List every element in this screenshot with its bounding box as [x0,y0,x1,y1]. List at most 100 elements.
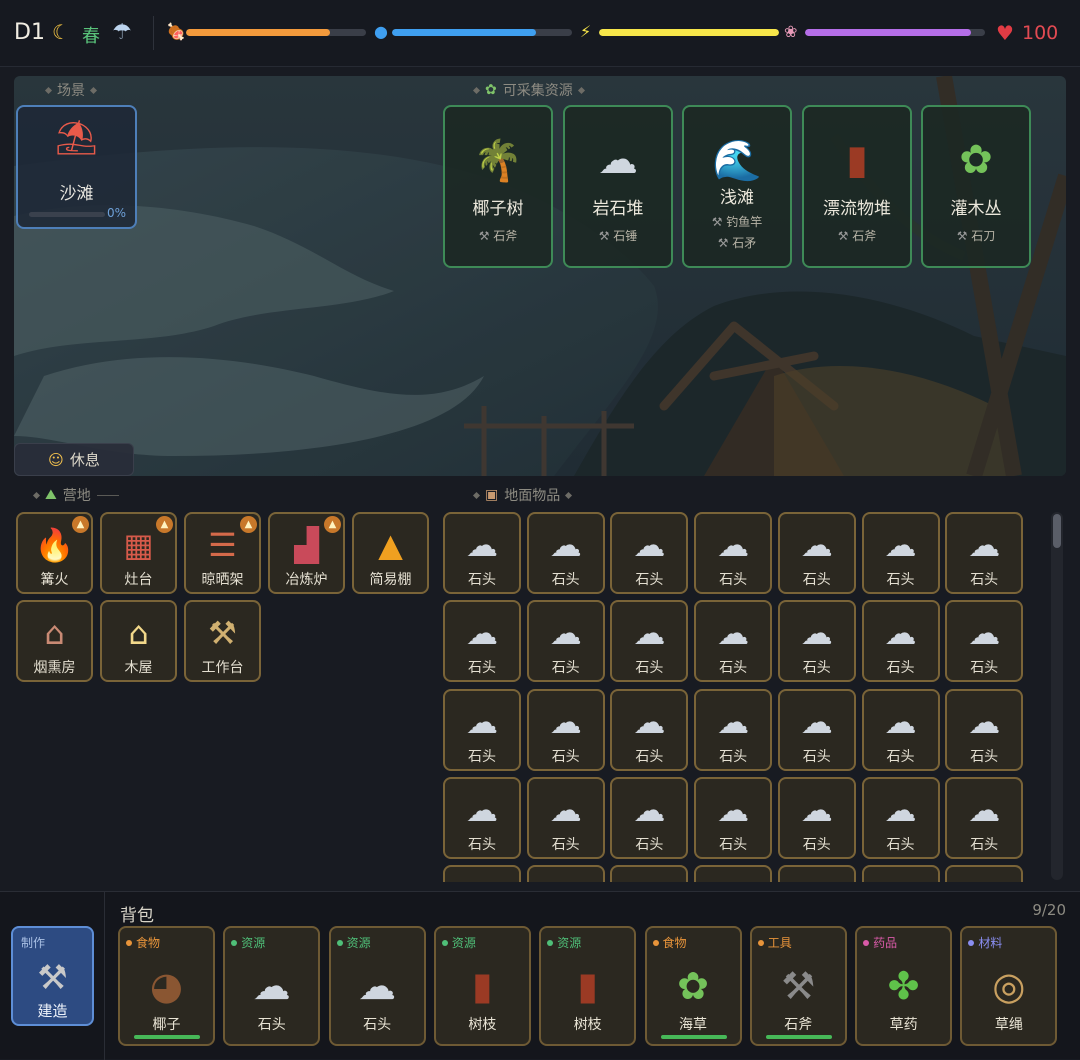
location-card-beach[interactable]: ⛱ 沙滩 0% [16,105,137,229]
category-label: 食物 [662,936,687,950]
ground-item[interactable]: ☁ 石头 [945,688,1024,771]
scrollbar-thumb[interactable] [1053,514,1061,548]
ground-item[interactable]: ☁ 石头 [777,512,856,594]
ground-item[interactable]: ☁ 石头 [945,600,1024,683]
ground-item[interactable]: ☁ 石头 [610,600,689,683]
build-button[interactable]: 制作 ⚒ 建造 [11,926,94,1026]
category-label: 资源 [557,936,582,950]
ground-item[interactable]: ☁ 石头 [945,776,1024,859]
ground-item[interactable]: ☁ 石头 [694,512,773,594]
ground-item[interactable]: ☁ 石头 [861,688,940,771]
inventory-panel: 制作 ⚒ 建造 背包 9/20 食物 ◕ 椰子 资源 ☁ 石头 资源 ☁ 石头 资源 ▮ 树枝 资源 ▮ 树… [0,891,1080,1060]
build-label: 建造 [37,1002,68,1020]
category-dot [336,939,343,946]
bar-fill [599,29,779,36]
craft-tag: 制作 [21,936,46,950]
ground-scrollbar[interactable] [1051,512,1063,880]
inventory-slot[interactable]: 资源 ▮ 树枝 [539,926,637,1046]
ground-item[interactable]: ☁ 石头 [526,512,605,594]
inventory-slot[interactable]: 资源 ☁ 石头 [328,926,426,1046]
ground-item[interactable]: ☁ 石头 [945,512,1024,594]
exploration-progress-bar [29,212,105,217]
tool-icon: ⚒ [598,229,614,243]
fire-badge-icon: ▲ [156,516,173,533]
rest-button[interactable]: ☺ 休息 [14,443,134,476]
category-dot [652,939,659,946]
camp-building[interactable]: ⌂ 木屋 [100,600,177,682]
ground-item[interactable] [945,865,1024,882]
camp-building[interactable]: ▲ 简易棚 [352,512,429,594]
rock-icon: ☁ [633,526,666,564]
ground-item[interactable]: ☁ 石头 [694,776,773,859]
ground-item[interactable] [610,865,689,882]
ground-item[interactable]: ☁ 石头 [610,688,689,771]
ground-item[interactable] [694,865,773,882]
category-dot [968,939,975,946]
ground-item-name: 石头 [886,660,915,677]
ground-item[interactable]: ☁ 石头 [861,776,940,859]
category-dot [547,939,554,946]
ground-item[interactable]: ☁ 石头 [443,512,521,594]
ground-item[interactable] [526,865,605,882]
rock-icon: ☁ [549,614,582,653]
ground-item[interactable]: ☁ 石头 [610,512,689,594]
ground-item[interactable]: ☁ 石头 [443,600,521,683]
ground-item[interactable]: ☁ 石头 [861,512,940,594]
camp-building[interactable]: ☰ 晾晒架 ▲ [184,512,261,594]
ground-item[interactable]: ☁ 石头 [610,776,689,859]
meat-bar [186,29,366,36]
camp-building[interactable]: 🔥 篝火 ▲ [16,512,93,594]
ground-item[interactable] [861,865,940,882]
ground-item-name: 石头 [551,660,580,677]
resource-card[interactable]: ☁ 岩石堆 ⚒ 石锤 [563,105,673,268]
resource-name: 浅滩 [720,188,754,208]
item-name: 石斧 [784,1017,813,1033]
inventory-slot[interactable]: 药品 ✤ 草药 [855,926,953,1046]
ground-item[interactable]: ☁ 石头 [694,600,773,683]
ground-item[interactable]: ☁ 石头 [861,600,940,683]
rock-icon: ☁ [884,614,917,653]
ground-item-name: 石头 [635,836,664,853]
inventory-slot[interactable]: 资源 ☁ 石头 [223,926,321,1046]
ground-item[interactable]: ☁ 石头 [443,776,521,859]
durability-bar [134,1035,200,1039]
resource-card[interactable]: 🌊 浅滩 ⚒ 钓鱼竿 ⚒ 石矛 [682,105,792,268]
inventory-slot[interactable]: 材料 ◎ 草绳 [960,926,1058,1046]
resource-card[interactable]: 🌴 椰子树 ⚒ 石斧 [443,105,553,268]
ground-item[interactable]: ☁ 石头 [694,688,773,771]
ground-item[interactable] [443,865,521,882]
category-label: 工具 [767,936,792,950]
bar-fill [186,29,330,36]
category-label: 材料 [978,936,1003,950]
ground-item[interactable]: ☁ 石头 [777,688,856,771]
derelict-house-icon: ⌂ [44,614,65,652]
ground-item[interactable] [777,865,856,882]
tool-name: 石锤 [613,229,638,243]
resource-name: 岩石堆 [592,199,644,219]
camp-building[interactable]: ▦ 灶台 ▲ [100,512,177,594]
resource-card[interactable]: ✿ 灌木丛 ⚒ 石刀 [921,105,1031,268]
camp-building[interactable]: ⚒ 工作台 [184,600,261,682]
camp-building[interactable]: ⌂ 烟熏房 [16,600,93,682]
ground-item[interactable]: ☁ 石头 [777,776,856,859]
resources-section-title: ✿ 可采集资源 [472,80,585,100]
ground-item-name: 石头 [635,572,664,588]
resource-card[interactable]: ▮ 漂流物堆 ⚒ 石斧 [802,105,912,268]
ground-item[interactable]: ☁ 石头 [777,600,856,683]
item-name: 椰子 [152,1017,181,1033]
inventory-slot[interactable]: 食物 ◕ 椰子 [118,926,215,1046]
ground-item[interactable]: ☁ 石头 [526,688,605,771]
herb-icon: ✿ [677,964,709,1008]
ground-item[interactable]: ☁ 石头 [443,688,521,771]
ground-item[interactable]: ☁ 石头 [526,776,605,859]
rock-icon: ☁ [717,790,750,829]
inventory-slot[interactable]: 工具 ⚒ 石斧 [749,926,847,1046]
inventory-slot[interactable]: 资源 ▮ 树枝 [433,926,531,1046]
camp-building[interactable]: ▟ 冶炼炉 ▲ [268,512,345,594]
item-name: 石头 [363,1017,392,1033]
ground-item-name: 石头 [970,748,999,765]
inventory-slot[interactable]: 食物 ✿ 海草 [644,926,742,1046]
ground-item[interactable]: ☁ 石头 [526,600,605,683]
category-dot [126,939,132,946]
status-bar: D1 ☾ 春 ☂ 🍖 ● ⚡ ❀ ♥ 100 [0,0,1080,67]
